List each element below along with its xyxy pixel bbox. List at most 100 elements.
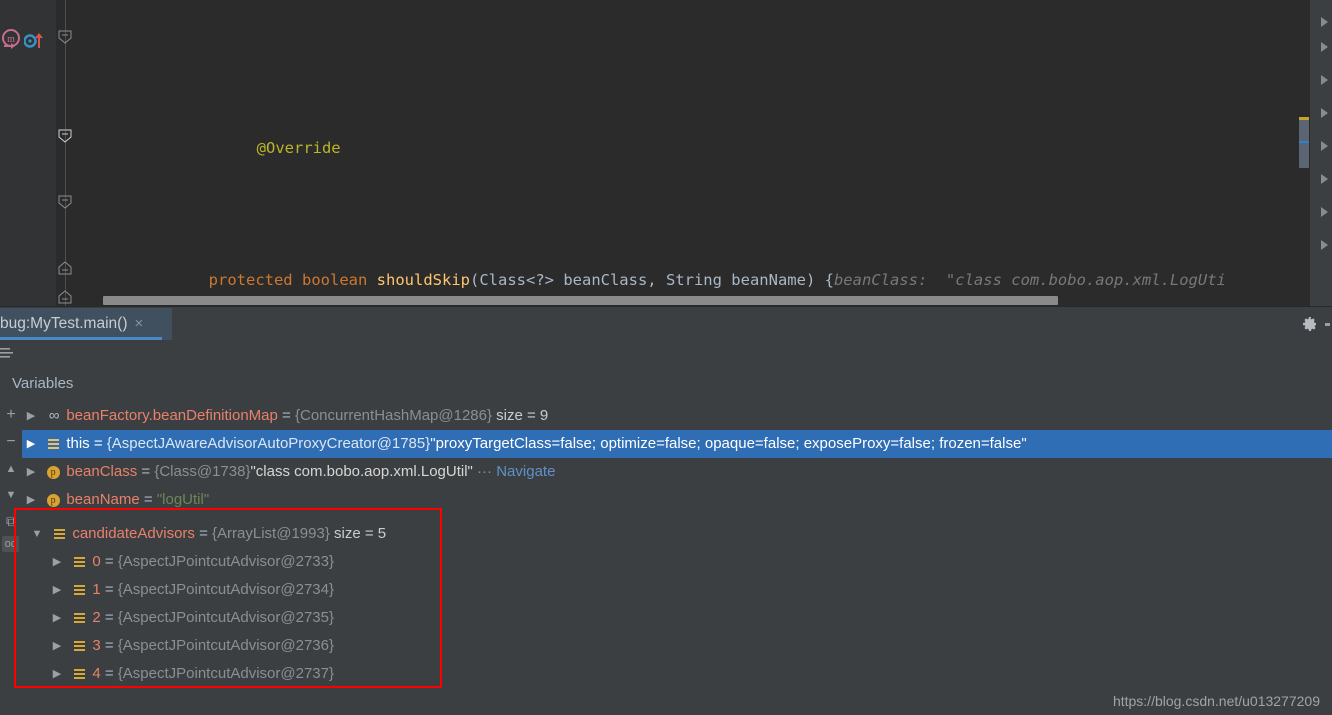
- variable-value: "proxyTargetClass=false; optimize=false;…: [430, 435, 1027, 452]
- variable-size: size = 9: [492, 407, 549, 424]
- structure-arrow-8[interactable]: [1321, 240, 1328, 250]
- parameter-icon: p: [44, 486, 62, 514]
- add-watch-button[interactable]: +: [2, 406, 20, 424]
- variable-string-value: "logUtil": [156, 491, 210, 508]
- variable-row-advisor-4[interactable]: ▶ 4 = {AspectJPointcutAdvisor@2737}: [22, 660, 1332, 688]
- fold-marker-end-if[interactable]: [56, 259, 74, 277]
- move-down-button[interactable]: ▼: [2, 486, 20, 504]
- variable-type: {Class@1738}: [154, 463, 251, 480]
- remove-watch-button[interactable]: −: [2, 433, 20, 451]
- expander-icon[interactable]: ▶: [22, 458, 40, 486]
- expander-icon[interactable]: ▶: [22, 402, 40, 430]
- equals-sign: =: [100, 609, 118, 626]
- debug-session-tab[interactable]: bug:MyTest.main() ×: [0, 308, 172, 340]
- variable-type: {AspectJPointcutAdvisor@2734}: [117, 581, 334, 598]
- signature-params: (Class<?> beanClass, String beanName) {: [470, 271, 834, 289]
- equals-sign: =: [100, 581, 118, 598]
- move-up-button[interactable]: ▲: [2, 460, 20, 478]
- editor-vertical-scrollbar-thumb[interactable]: [1299, 120, 1309, 168]
- navigate-link[interactable]: Navigate: [496, 463, 555, 480]
- fold-marker-end-for[interactable]: [56, 288, 74, 306]
- editor-horizontal-scrollbar-thumb[interactable]: [103, 296, 1058, 305]
- variable-index: 1: [92, 581, 101, 598]
- equals-sign: =: [100, 637, 118, 654]
- variable-row-candidateadvisors[interactable]: ▼ candidateAdvisors = {ArrayList@1993} s…: [22, 520, 1332, 548]
- scrollbar-warning-tick[interactable]: [1299, 117, 1309, 120]
- structure-arrow-7[interactable]: [1321, 207, 1328, 217]
- fold-marker-method[interactable]: [56, 28, 74, 46]
- variable-index: 3: [92, 637, 101, 654]
- expander-icon[interactable]: ▶: [48, 632, 66, 660]
- variables-side-toolbar[interactable]: + − ▲ ▼ ⧉ oc: [0, 402, 22, 715]
- equals-sign: =: [139, 491, 157, 508]
- method-name-shouldskip: shouldSkip: [376, 271, 470, 289]
- ellipsis-icon: ···: [472, 463, 497, 480]
- variable-index: 0: [92, 553, 101, 570]
- variable-type: {AspectJPointcutAdvisor@2737}: [117, 665, 334, 682]
- expander-icon[interactable]: ▶: [22, 430, 40, 458]
- debug-toolbar-row[interactable]: [0, 340, 1332, 369]
- override-arrow-icon[interactable]: [23, 30, 46, 52]
- variable-size: size = 5: [329, 525, 387, 542]
- structure-arrow-3[interactable]: [1321, 75, 1328, 85]
- expander-icon[interactable]: ▶: [48, 576, 66, 604]
- structure-arrow-6[interactable]: [1321, 174, 1328, 184]
- list-icon: [70, 576, 88, 604]
- variable-name: candidateAdvisors: [72, 525, 195, 542]
- code-line-1[interactable]: @Override: [74, 99, 1332, 157]
- list-icon: [70, 604, 88, 632]
- structure-arrow-2[interactable]: [1321, 42, 1328, 52]
- variable-row-advisor-0[interactable]: ▶ 0 = {AspectJPointcutAdvisor@2733}: [22, 548, 1332, 576]
- structure-arrow-5[interactable]: [1321, 141, 1328, 151]
- variable-row-advisor-1[interactable]: ▶ 1 = {AspectJPointcutAdvisor@2734}: [22, 576, 1332, 604]
- expander-icon[interactable]: ▶: [22, 486, 40, 514]
- editor-marker-strip[interactable]: [1310, 0, 1332, 306]
- variable-row-advisor-3[interactable]: ▶ 3 = {AspectJPointcutAdvisor@2736}: [22, 632, 1332, 660]
- list-icon: [50, 520, 68, 548]
- variable-row-beanclass[interactable]: ▶ p beanClass = {Class@1738}"class com.b…: [22, 458, 1332, 486]
- method-override-icon[interactable]: m: [0, 29, 24, 53]
- structure-arrow-4[interactable]: [1321, 108, 1328, 118]
- variable-index: 4: [92, 665, 101, 682]
- layout-lines-icon[interactable]: [0, 347, 16, 360]
- gutter-icon-group: m: [0, 0, 56, 306]
- list-icon: [70, 632, 88, 660]
- tabbar-overflow-icon[interactable]: [1325, 323, 1330, 326]
- infinity-icon: ∞: [48, 407, 60, 425]
- fold-marker-for[interactable]: [56, 127, 74, 145]
- watches-button[interactable]: oc: [2, 536, 19, 552]
- copy-value-button[interactable]: ⧉: [2, 512, 20, 530]
- variable-row-beanname[interactable]: ▶ p beanName = "logUtil": [22, 486, 1332, 514]
- close-icon[interactable]: ×: [134, 308, 143, 340]
- variable-type: {AspectJPointcutAdvisor@2735}: [117, 609, 334, 626]
- variable-type: {AspectJPointcutAdvisor@2733}: [117, 553, 334, 570]
- variable-row-beanfactory[interactable]: ▶ ∞ beanFactory.beanDefinitionMap = {Con…: [22, 402, 1332, 430]
- list-icon: [70, 660, 88, 688]
- variable-index: 2: [92, 609, 101, 626]
- code-editor[interactable]: m @Override protected boolean shouldSkip…: [0, 0, 1332, 306]
- expander-icon[interactable]: ▶: [48, 548, 66, 576]
- parameter-icon: p: [44, 458, 62, 486]
- intellij-debugger-window: m @Override protected boolean shouldSkip…: [0, 0, 1332, 715]
- list-icon: [44, 430, 62, 458]
- gear-icon[interactable]: [1302, 316, 1318, 332]
- debug-session-tab-label: bug:MyTest.main(): [0, 315, 128, 332]
- code-line-2[interactable]: protected boolean shouldSkip(Class<?> be…: [74, 231, 1332, 289]
- inline-hint-beanclass: beanClass: "class com.bobo.aop.xml.LogUt…: [833, 271, 1226, 289]
- variables-tree[interactable]: ▶ ∞ beanFactory.beanDefinitionMap = {Con…: [22, 402, 1332, 715]
- equals-sign: =: [194, 525, 213, 542]
- code-text-area[interactable]: @Override protected boolean shouldSkip(C…: [74, 0, 1332, 306]
- debug-tab-bar[interactable]: bug:MyTest.main() ×: [0, 306, 1332, 341]
- variable-row-this[interactable]: ▶ this = {AspectJAwareAdvisorAutoProxyCr…: [22, 430, 1332, 458]
- variable-value: "class com.bobo.aop.xml.LogUtil": [250, 463, 473, 480]
- expander-icon[interactable]: ▼: [28, 520, 46, 548]
- structure-arrow-1[interactable]: [1321, 17, 1328, 27]
- equals-sign: =: [137, 463, 155, 480]
- expander-icon[interactable]: ▶: [48, 604, 66, 632]
- variable-type: {AspectJAwareAdvisorAutoProxyCreator@178…: [106, 435, 431, 452]
- list-icon: [70, 548, 88, 576]
- variable-row-advisor-2[interactable]: ▶ 2 = {AspectJPointcutAdvisor@2735}: [22, 604, 1332, 632]
- expander-icon[interactable]: ▶: [48, 660, 66, 688]
- annotation-override: @Override: [256, 139, 341, 157]
- fold-marker-if[interactable]: [56, 193, 74, 211]
